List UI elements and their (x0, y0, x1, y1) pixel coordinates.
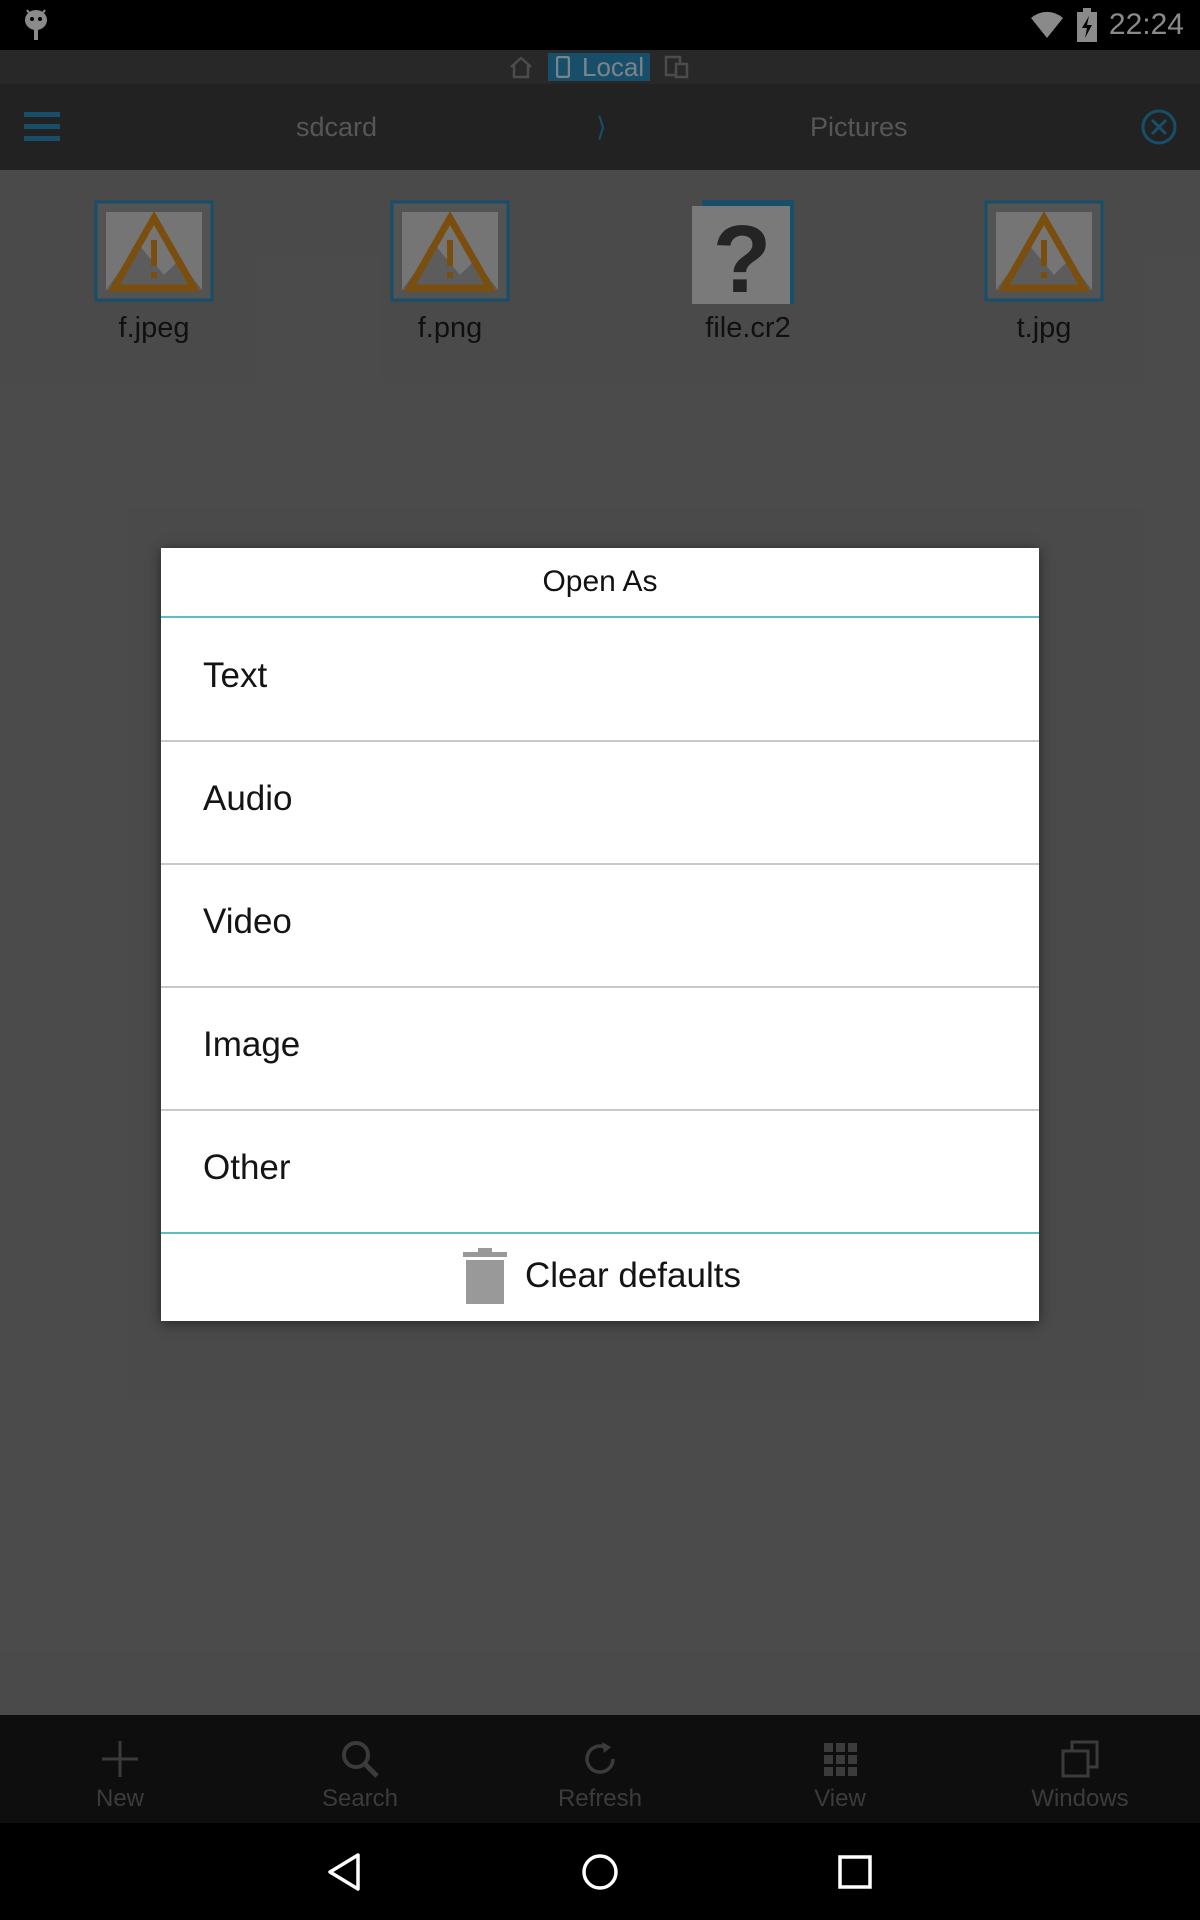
open-as-dialog: Open As Text Audio Video Image Other Cle… (161, 548, 1039, 1321)
option-label: Text (203, 656, 268, 695)
option-label: Video (203, 902, 292, 941)
option-label: Image (203, 1025, 301, 1064)
clear-defaults-label: Clear defaults (525, 1256, 741, 1295)
option-image[interactable]: Image (161, 987, 1039, 1111)
trash-icon (463, 1248, 507, 1304)
home-button-icon[interactable] (577, 1849, 623, 1895)
recents-icon[interactable] (832, 1849, 878, 1895)
option-text[interactable]: Text (161, 618, 1039, 742)
dialog-title: Open As (161, 548, 1039, 618)
back-icon[interactable] (322, 1849, 368, 1895)
option-audio[interactable]: Audio (161, 741, 1039, 865)
system-nav-bar (0, 1823, 1200, 1920)
option-label: Audio (203, 779, 293, 818)
clear-defaults-button[interactable]: Clear defaults (161, 1230, 1039, 1321)
option-video[interactable]: Video (161, 864, 1039, 988)
option-label: Other (203, 1148, 291, 1187)
option-other[interactable]: Other (161, 1110, 1039, 1234)
